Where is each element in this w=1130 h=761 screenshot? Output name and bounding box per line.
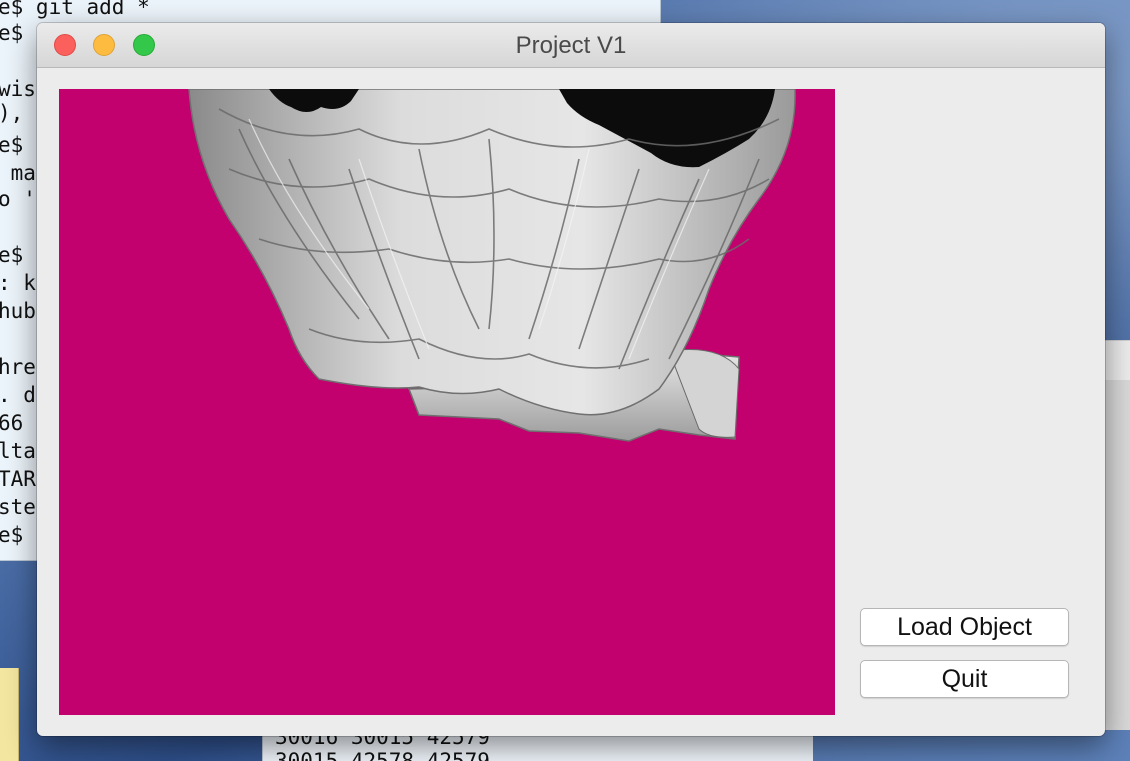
terminal-line: lta [0,439,36,463]
background-window-sliver [1104,340,1130,382]
terminal-line: hub [0,299,36,323]
window-title: Project V1 [515,32,627,59]
terminal-line: hre [0,355,36,379]
rendered-3d-object [188,89,796,442]
terminal-line: ste [0,495,36,519]
render-viewport[interactable] [59,89,835,715]
load-object-button[interactable]: Load Object [860,608,1069,646]
background-window-sliver [0,668,19,761]
background-window-sliver [1104,380,1130,730]
terminal-line: : k [0,271,36,295]
terminal-line: TAR [0,467,36,491]
terminal-line: e$ git add * [0,0,150,19]
terminal-line: e$ [0,523,24,547]
terminal-line: ), [0,101,36,125]
terminal-line: ma [0,161,36,185]
project-window[interactable]: Project V1 Load Object Quit [37,23,1105,736]
title-bar[interactable]: Project V1 [37,23,1105,68]
terminal-line: 30015 42578 42579 [275,749,490,761]
terminal-line: o ' [0,187,36,211]
quit-button[interactable]: Quit [860,660,1069,698]
terminal-line: e$ [0,21,24,45]
